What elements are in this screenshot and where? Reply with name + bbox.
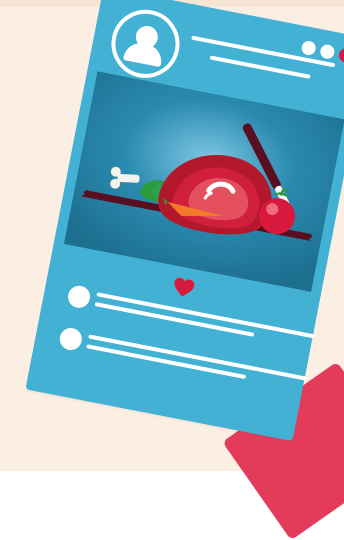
avatar-shoulders <box>123 40 165 68</box>
heart-icon[interactable] <box>170 276 197 300</box>
user-avatar-icon[interactable] <box>105 3 186 84</box>
menu-dot-1 <box>300 39 317 57</box>
menu-dot-3 <box>337 47 344 64</box>
comment-avatar <box>57 326 84 352</box>
comment-text-line <box>96 292 316 339</box>
menu-dot-2 <box>319 43 336 60</box>
comment-avatar <box>66 283 92 310</box>
